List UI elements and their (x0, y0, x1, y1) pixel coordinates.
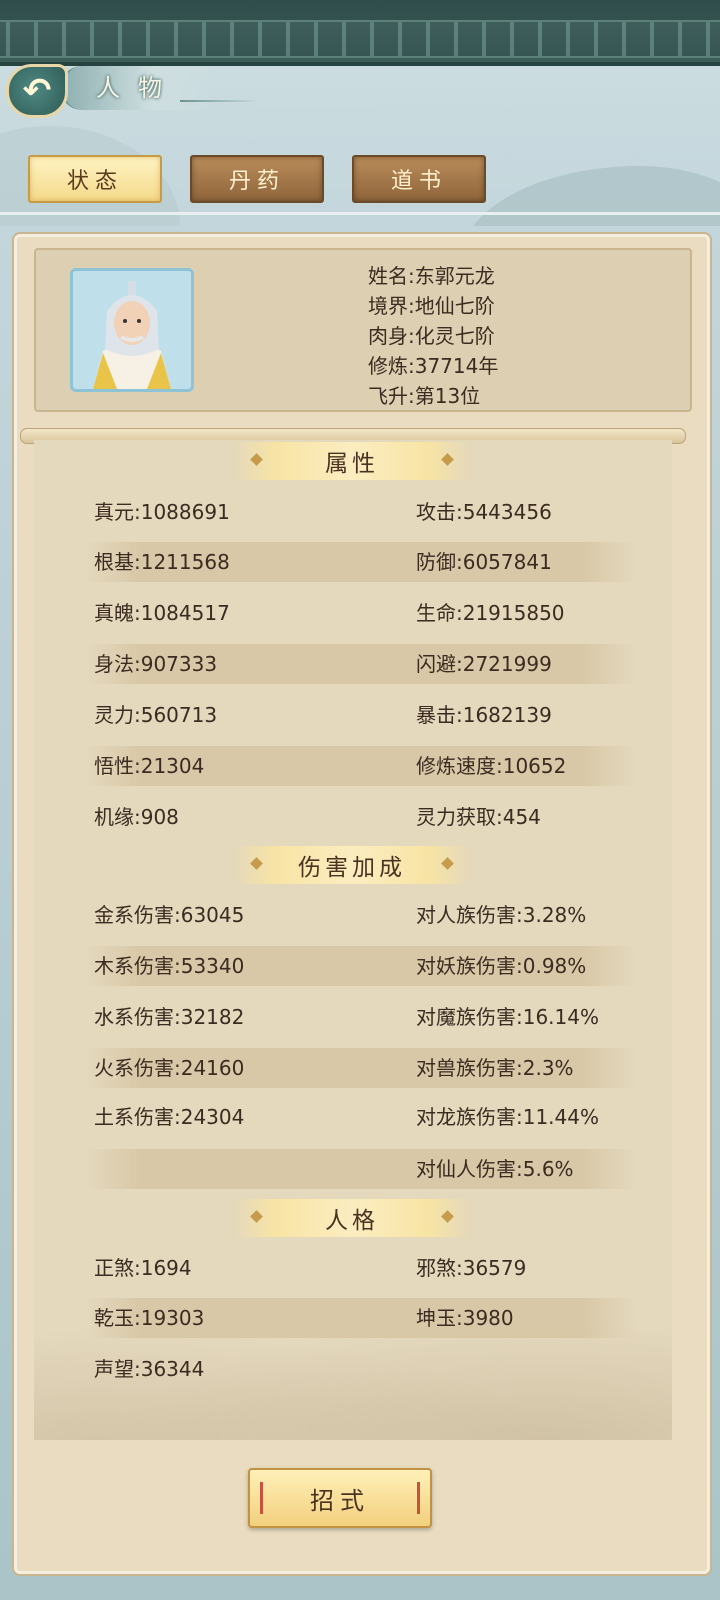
stat-row: 水系伤害:32182 对魔族伤害:16.14% (94, 1005, 599, 1029)
profile-ascension: 飞升:第13位 (368, 384, 481, 408)
tab-status[interactable]: 状态 (28, 155, 162, 203)
stat-row: 声望:36344 (94, 1357, 205, 1381)
avatar (70, 268, 194, 392)
stat-row: 身法:907333 闪避:2721999 (86, 644, 636, 684)
stat-row: 灵力:560713 暴击:1682139 (94, 703, 552, 727)
profile-name: 姓名:东郭元龙 (368, 264, 495, 288)
back-arrow-icon: ↶ (22, 71, 52, 111)
profile-body: 肉身:化灵七阶 (368, 324, 495, 348)
stat-row: 土系伤害:24304 对龙族伤害:11.44% (94, 1105, 599, 1129)
character-portrait-icon (73, 271, 191, 389)
stat-row: 乾玉:19303 坤玉:3980 (86, 1298, 636, 1338)
stat-row: 对仙人伤害:5.6% (86, 1149, 636, 1189)
stat-row: 机缘:908 灵力获取:454 (94, 805, 541, 829)
tab-daoshu[interactable]: 道书 (352, 155, 486, 203)
section-personality: 人格 (232, 1199, 472, 1237)
stat-row: 火系伤害:24160 对兽族伤害:2.3% (86, 1048, 636, 1088)
stat-row: 根基:1211568 防御:6057841 (86, 542, 636, 582)
stat-row: 正煞:1694 邪煞:36579 (94, 1256, 527, 1280)
profile-realm: 境界:地仙七阶 (368, 294, 495, 318)
stat-row: 真魄:1084517 生命:21915850 (94, 601, 565, 625)
tab-pills[interactable]: 丹药 (190, 155, 324, 203)
section-damage: 伤害加成 (232, 846, 472, 884)
stat-row: 金系伤害:63045 对人族伤害:3.28% (94, 903, 587, 927)
stat-row: 真元:1088691 攻击:5443456 (94, 500, 552, 524)
skills-button[interactable]: 招式 (248, 1468, 432, 1528)
section-attributes: 属性 (232, 442, 472, 480)
back-button[interactable]: ↶ (6, 64, 68, 118)
page-title: 人物 (96, 74, 180, 102)
top-decorative-border (0, 0, 720, 66)
stat-row: 悟性:21304 修炼速度:10652 (86, 746, 636, 786)
profile-cultivation: 修炼:37714年 (368, 354, 499, 378)
stats-area (34, 440, 672, 1440)
stat-row: 木系伤害:53340 对妖族伤害:0.98% (86, 946, 636, 986)
